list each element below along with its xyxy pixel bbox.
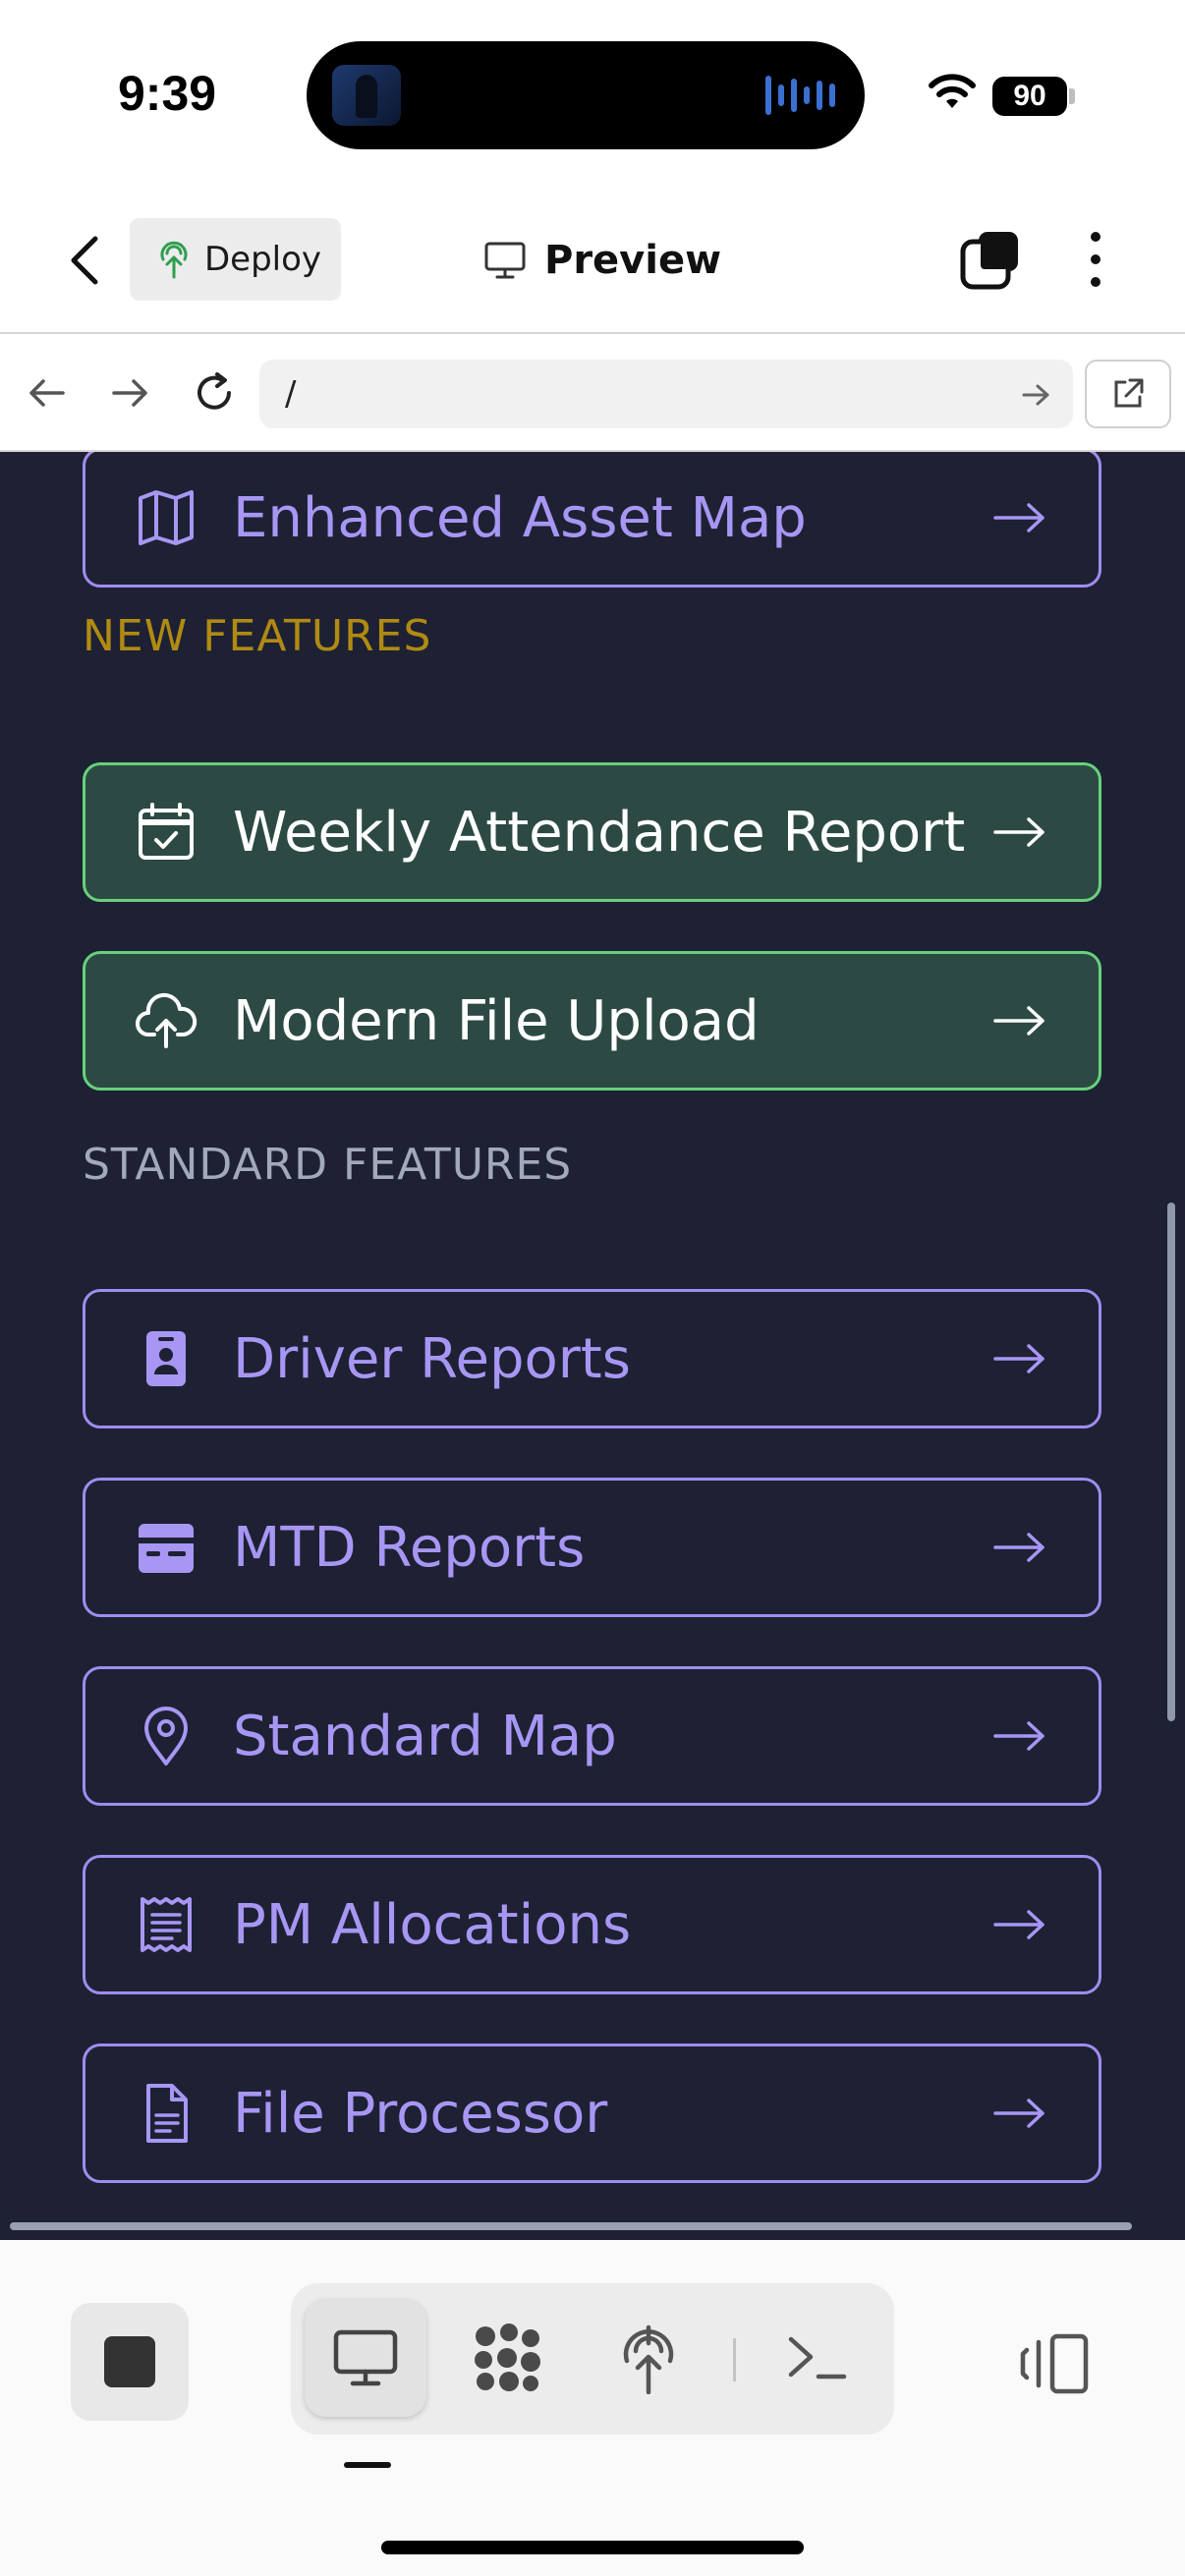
weekly-attendance-report-button[interactable]: Weekly Attendance Report xyxy=(83,762,1101,902)
battery-tip xyxy=(1069,88,1075,104)
mtd-reports-button[interactable]: MTD Reports xyxy=(83,1478,1101,1617)
arrow-right-icon xyxy=(988,2094,1051,2133)
audio-waveform-icon xyxy=(765,71,835,120)
console-tool-button[interactable] xyxy=(757,2299,878,2417)
stop-icon xyxy=(104,2336,155,2387)
feature-label: MTD Reports xyxy=(233,1515,586,1580)
status-time: 9:39 xyxy=(118,66,217,121)
feature-label: PM Allocations xyxy=(233,1892,632,1957)
feature-label: Modern File Upload xyxy=(233,988,760,1053)
home-indicator xyxy=(381,2541,804,2554)
more-dot xyxy=(1091,232,1100,242)
feature-label: File Processor xyxy=(233,2081,608,2146)
url-bar xyxy=(0,336,1185,452)
terminal-icon xyxy=(788,2336,847,2380)
deploy-label: Deploy xyxy=(204,240,322,279)
battery-indicator: 90 xyxy=(992,77,1067,116)
id-badge-icon xyxy=(129,1321,203,1396)
new-features-heading: NEW FEATURES xyxy=(83,611,432,661)
deploy-icon xyxy=(160,241,188,279)
arrow-right-icon xyxy=(988,812,1051,852)
workflow-tool-button[interactable] xyxy=(446,2299,568,2417)
url-go-button[interactable] xyxy=(1016,375,1055,415)
url-input[interactable] xyxy=(259,360,1073,428)
wallet-icon xyxy=(129,1510,203,1585)
arrow-right-icon xyxy=(988,498,1051,537)
vertical-scrollbar[interactable] xyxy=(1167,1203,1175,1721)
pm-allocations-button[interactable]: PM Allocations xyxy=(83,1855,1101,1994)
map-icon xyxy=(129,480,203,555)
dynamic-island xyxy=(307,41,865,149)
file-processor-button[interactable]: File Processor xyxy=(83,2044,1101,2183)
arrow-right-icon xyxy=(988,1528,1051,1567)
receipt-icon xyxy=(129,1887,203,1962)
reload-button[interactable] xyxy=(187,365,242,420)
reload-icon xyxy=(198,372,231,410)
browser-back-button[interactable] xyxy=(20,365,75,420)
external-link-icon xyxy=(1114,378,1144,408)
browser-forward-button[interactable] xyxy=(102,365,157,420)
app-content: Enhanced Asset Map NEW FEATURES Weekly A… xyxy=(0,452,1185,2240)
deploy-icon xyxy=(623,2324,674,2394)
view-switcher xyxy=(291,2283,894,2435)
map-pin-icon xyxy=(129,1699,203,1773)
toolbar-separator xyxy=(733,2338,736,2381)
chevron-left-icon xyxy=(71,236,98,285)
arrow-right-icon xyxy=(988,1001,1051,1040)
back-button[interactable] xyxy=(55,226,114,295)
open-external-button[interactable] xyxy=(1085,360,1171,428)
arrow-right-icon xyxy=(988,1905,1051,1944)
sidebar-toggle-icon xyxy=(1020,2333,1089,2394)
feature-label: Enhanced Asset Map xyxy=(233,485,807,550)
stop-button[interactable] xyxy=(71,2303,189,2421)
driver-reports-button[interactable]: Driver Reports xyxy=(83,1289,1101,1428)
arrow-right-icon xyxy=(988,1339,1051,1378)
calendar-check-icon xyxy=(129,795,203,869)
arrow-right-icon xyxy=(112,379,147,407)
panel-toggle-button[interactable] xyxy=(1016,2324,1095,2403)
wifi-icon xyxy=(929,74,976,108)
more-dot xyxy=(1091,277,1100,287)
preview-title: Preview xyxy=(483,226,721,295)
deploy-button[interactable]: Deploy xyxy=(130,218,341,301)
app-header: Deploy Preview xyxy=(0,187,1185,334)
tabs-button[interactable] xyxy=(959,228,1022,291)
document-icon xyxy=(129,2076,203,2151)
nodes-icon xyxy=(475,2324,540,2391)
now-playing-thumbnail xyxy=(332,65,401,126)
modern-file-upload-button[interactable]: Modern File Upload xyxy=(83,951,1101,1091)
feature-label: Standard Map xyxy=(233,1704,617,1768)
monitor-icon xyxy=(484,242,526,279)
arrow-right-icon xyxy=(1022,384,1049,406)
arrow-left-icon xyxy=(29,379,65,407)
bottom-toolbar xyxy=(0,2240,1185,2576)
monitor-icon xyxy=(333,2329,398,2386)
more-dot xyxy=(1091,254,1100,264)
deploy-tool-button[interactable] xyxy=(588,2299,709,2417)
arrow-right-icon xyxy=(988,1716,1051,1756)
status-bar: 9:39 90 xyxy=(0,0,1185,187)
horizontal-scrollbar[interactable] xyxy=(10,2222,1132,2230)
cloud-upload-icon xyxy=(129,983,203,1058)
feature-label: Driver Reports xyxy=(233,1326,631,1391)
standard-map-button[interactable]: Standard Map xyxy=(83,1666,1101,1806)
more-options-button[interactable] xyxy=(1071,228,1120,291)
active-tab-indicator xyxy=(344,2462,391,2468)
tabs-icon xyxy=(960,232,1018,290)
preview-tool-button[interactable] xyxy=(305,2299,426,2417)
standard-features-heading: STANDARD FEATURES xyxy=(83,1140,573,1190)
enhanced-asset-map-button[interactable]: Enhanced Asset Map xyxy=(83,452,1101,588)
feature-label: Weekly Attendance Report xyxy=(233,800,966,865)
preview-label: Preview xyxy=(544,238,722,283)
